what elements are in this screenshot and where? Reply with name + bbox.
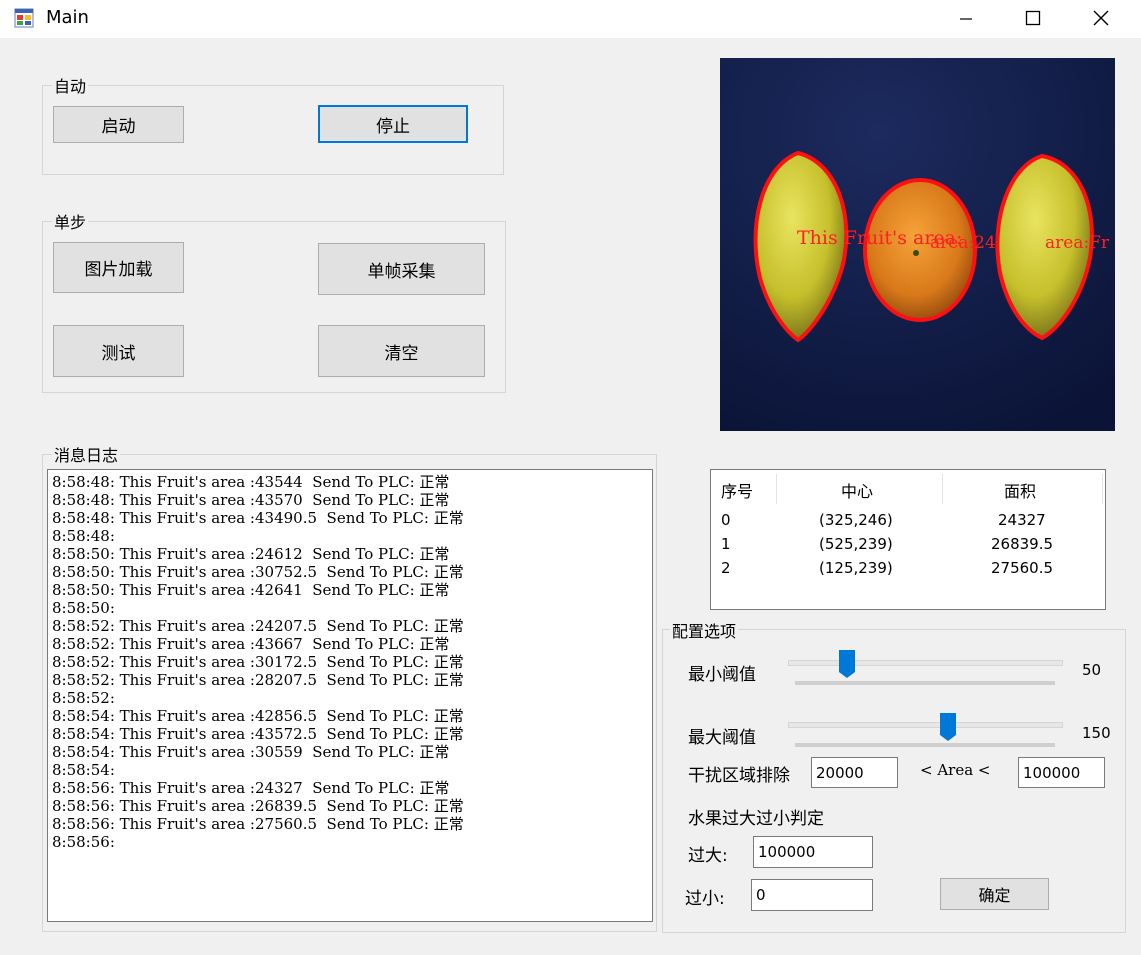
log-line: 8:58:56: This Fruit's area :24327 Send T… xyxy=(52,779,450,797)
log-line: 8:58:50: This Fruit's area :24612 Send T… xyxy=(52,545,450,563)
minimize-icon xyxy=(960,18,972,20)
max-threshold-track xyxy=(788,722,1063,728)
table-cell: (125,239) xyxy=(819,559,893,577)
log-line: 8:58:54: xyxy=(52,761,115,779)
log-line: 8:58:48: xyxy=(52,527,115,545)
log-group-label: 消息日志 xyxy=(52,442,121,466)
table-cell: 26839.5 xyxy=(991,535,1054,553)
log-line: 8:58:50: This Fruit's area :30752.5 Send… xyxy=(52,563,464,581)
log-line: 8:58:50: This Fruit's area :42641 Send T… xyxy=(52,581,450,599)
size-judgement-label: 水果过大过小判定 xyxy=(688,809,824,829)
close-icon xyxy=(1093,10,1109,26)
close-button[interactable] xyxy=(1078,0,1124,36)
min-threshold-tick-bar xyxy=(795,681,1055,685)
too-big-input[interactable] xyxy=(753,836,873,868)
slider-thumb-icon xyxy=(940,713,957,741)
confirm-button[interactable]: 确定 xyxy=(940,878,1049,910)
table-cell: (525,239) xyxy=(819,535,893,553)
log-line: 8:58:54: This Fruit's area :30559 Send T… xyxy=(52,743,450,761)
window-title: Main xyxy=(46,7,89,28)
too-big-label: 过大: xyxy=(688,846,728,866)
table-header-area[interactable]: 面积 xyxy=(1004,478,1036,502)
log-line: 8:58:54: This Fruit's area :42856.5 Send… xyxy=(52,707,464,725)
table-cell: (325,246) xyxy=(819,511,893,529)
single-frame-capture-button[interactable]: 单帧采集 xyxy=(318,243,485,295)
minimize-button[interactable] xyxy=(943,0,989,36)
clear-button[interactable]: 清空 xyxy=(318,325,485,377)
load-image-button[interactable]: 图片加载 xyxy=(53,242,184,293)
too-small-label: 过小: xyxy=(685,889,725,909)
table-column-divider xyxy=(776,474,777,504)
log-line: 8:58:52: xyxy=(52,689,115,707)
max-threshold-label: 最大阈值 xyxy=(688,728,756,748)
step-group-label: 单步 xyxy=(52,209,89,233)
auto-group-label: 自动 xyxy=(52,73,89,97)
table-column-divider xyxy=(942,474,943,504)
table-column-divider xyxy=(1102,474,1103,504)
log-line: 8:58:52: This Fruit's area :24207.5 Send… xyxy=(52,617,464,635)
min-threshold-label: 最小阈值 xyxy=(688,665,756,685)
area-min-input[interactable] xyxy=(811,757,898,788)
min-threshold-slider[interactable] xyxy=(838,650,855,678)
slider-thumb-icon xyxy=(838,650,855,678)
log-line: 8:58:56: This Fruit's area :27560.5 Send… xyxy=(52,815,464,833)
results-table[interactable]: 序号 中心 面积 0 (325,246) 24327 1 (525,239) 2… xyxy=(710,469,1106,610)
log-line: 8:58:48: This Fruit's area :43570 Send T… xyxy=(52,491,450,509)
table-header-center[interactable]: 中心 xyxy=(841,478,873,502)
config-group-label: 配置选项 xyxy=(670,618,739,642)
table-cell: 27560.5 xyxy=(991,559,1054,577)
start-button[interactable]: 启动 xyxy=(53,106,184,143)
log-line: 8:58:56: This Fruit's area :26839.5 Send… xyxy=(52,797,464,815)
max-threshold-slider[interactable] xyxy=(940,713,957,741)
area-max-input[interactable] xyxy=(1018,757,1105,788)
interference-exclusion-label: 干扰区域排除 xyxy=(688,766,790,786)
min-threshold-track xyxy=(788,660,1063,666)
table-cell: 24327 xyxy=(998,511,1046,529)
max-threshold-tick-bar xyxy=(795,743,1055,747)
table-cell: 1 xyxy=(721,535,731,553)
test-button[interactable]: 测试 xyxy=(53,325,184,377)
fruit-image-preview: This Fruit's area: area:24 area:Fr xyxy=(720,58,1115,431)
log-line: 8:58:52: This Fruit's area :28207.5 Send… xyxy=(52,671,464,689)
log-line: 8:58:52: This Fruit's area :30172.5 Send… xyxy=(52,653,464,671)
log-line: 8:58:48: This Fruit's area :43544 Send T… xyxy=(52,473,450,491)
overlay-label-mid: area:24 xyxy=(930,233,996,253)
maximize-icon xyxy=(1025,10,1041,26)
max-threshold-value: 150 xyxy=(1082,724,1111,742)
table-header-index[interactable]: 序号 xyxy=(721,478,753,502)
stop-button[interactable]: 停止 xyxy=(318,105,468,143)
log-line: 8:58:56: xyxy=(52,833,115,851)
overlay-label-right: area:Fr xyxy=(1045,233,1110,253)
log-line: 8:58:52: This Fruit's area :43667 Send T… xyxy=(52,635,450,653)
table-cell: 0 xyxy=(721,511,731,529)
log-line: 8:58:50: xyxy=(52,599,115,617)
table-cell: 2 xyxy=(721,559,731,577)
maximize-button[interactable] xyxy=(1010,0,1056,36)
app-icon xyxy=(14,8,34,28)
log-line: 8:58:54: This Fruit's area :43572.5 Send… xyxy=(52,725,464,743)
too-small-input[interactable] xyxy=(751,879,873,911)
min-threshold-value: 50 xyxy=(1082,661,1102,679)
log-line: 8:58:48: This Fruit's area :43490.5 Send… xyxy=(52,509,464,527)
message-log[interactable]: 8:58:48: This Fruit's area :43544 Send T… xyxy=(47,469,653,922)
area-range-text: < Area < xyxy=(920,761,991,779)
